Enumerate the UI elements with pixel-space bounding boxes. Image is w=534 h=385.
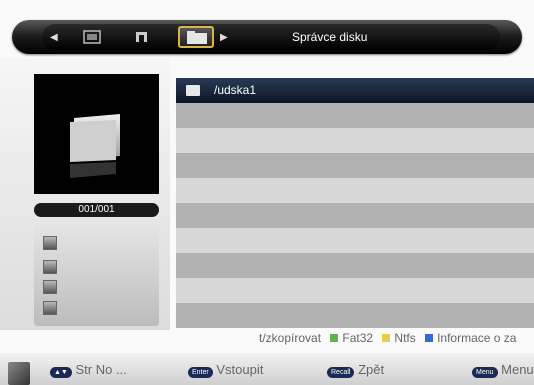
menu-key-icon: Menu — [472, 367, 498, 378]
person-icon[interactable] — [43, 260, 57, 274]
top-nav-bar: ◀ ▶ Správce disku — [12, 20, 522, 54]
user-icon[interactable] — [43, 301, 57, 315]
category-panel — [34, 222, 159, 326]
updown-key-icon: ▲▼ — [50, 367, 72, 378]
file-name: /udska1 — [214, 83, 257, 97]
blue-key-icon — [425, 333, 434, 342]
list-row — [176, 178, 534, 203]
list-row — [176, 228, 534, 253]
legend-info: Informace o za — [437, 330, 517, 345]
folder-icon[interactable] — [43, 280, 57, 294]
list-row — [176, 128, 534, 153]
color-legend: t/zkopírovat Fat32 Ntfs Informace o za — [259, 330, 534, 348]
copy-label: t/zkopírovat — [259, 330, 322, 345]
page-title: Správce disku — [292, 30, 368, 44]
help-menu-label: Menu — [501, 362, 534, 377]
list-row — [176, 303, 534, 328]
photo-icon[interactable] — [43, 236, 57, 250]
green-key-icon — [330, 333, 339, 342]
list-row — [176, 103, 534, 128]
recall-key-icon: Recall — [327, 367, 355, 378]
help-enter-label: Vstoupit — [216, 362, 264, 377]
prev-arrow-icon[interactable]: ◀ — [50, 32, 58, 43]
help-enter: Enter Vstoupit — [188, 362, 263, 378]
list-row — [176, 253, 534, 278]
legend-fat32: Fat32 — [342, 330, 374, 345]
next-arrow-icon[interactable]: ▶ — [220, 32, 228, 43]
file-counter: 001/001 — [34, 203, 159, 217]
folder-preview-icon — [70, 114, 120, 178]
file-row-selected[interactable]: /udska1 — [176, 78, 534, 103]
enter-key-icon: Enter — [188, 367, 213, 378]
legend-ntfs: Ntfs — [394, 330, 416, 345]
help-page-label: Str No ... — [75, 362, 127, 377]
list-row — [176, 278, 534, 303]
folder-icon — [186, 85, 200, 96]
help-recall: Recall Zpět — [327, 362, 384, 378]
help-recall-label: Zpět — [358, 362, 385, 377]
music-icon[interactable] — [132, 29, 152, 45]
remote-icon — [8, 362, 30, 385]
file-list: /udska1 — [176, 72, 534, 328]
yellow-key-icon — [382, 333, 391, 342]
image-icon[interactable] — [82, 29, 102, 45]
bottom-help-bar: ▲▼ Str No ... Enter Vstoupit Recall Zpět… — [0, 353, 534, 385]
help-menu: Menu Menu — [472, 362, 534, 378]
folder-icon — [187, 31, 207, 44]
list-row — [176, 203, 534, 228]
help-page: ▲▼ Str No ... — [50, 362, 127, 378]
list-row — [176, 153, 534, 178]
top-nav-inner: ◀ ▶ Správce disku — [42, 24, 500, 50]
folder-tab-selected[interactable] — [178, 26, 214, 48]
preview-pane — [34, 74, 159, 194]
